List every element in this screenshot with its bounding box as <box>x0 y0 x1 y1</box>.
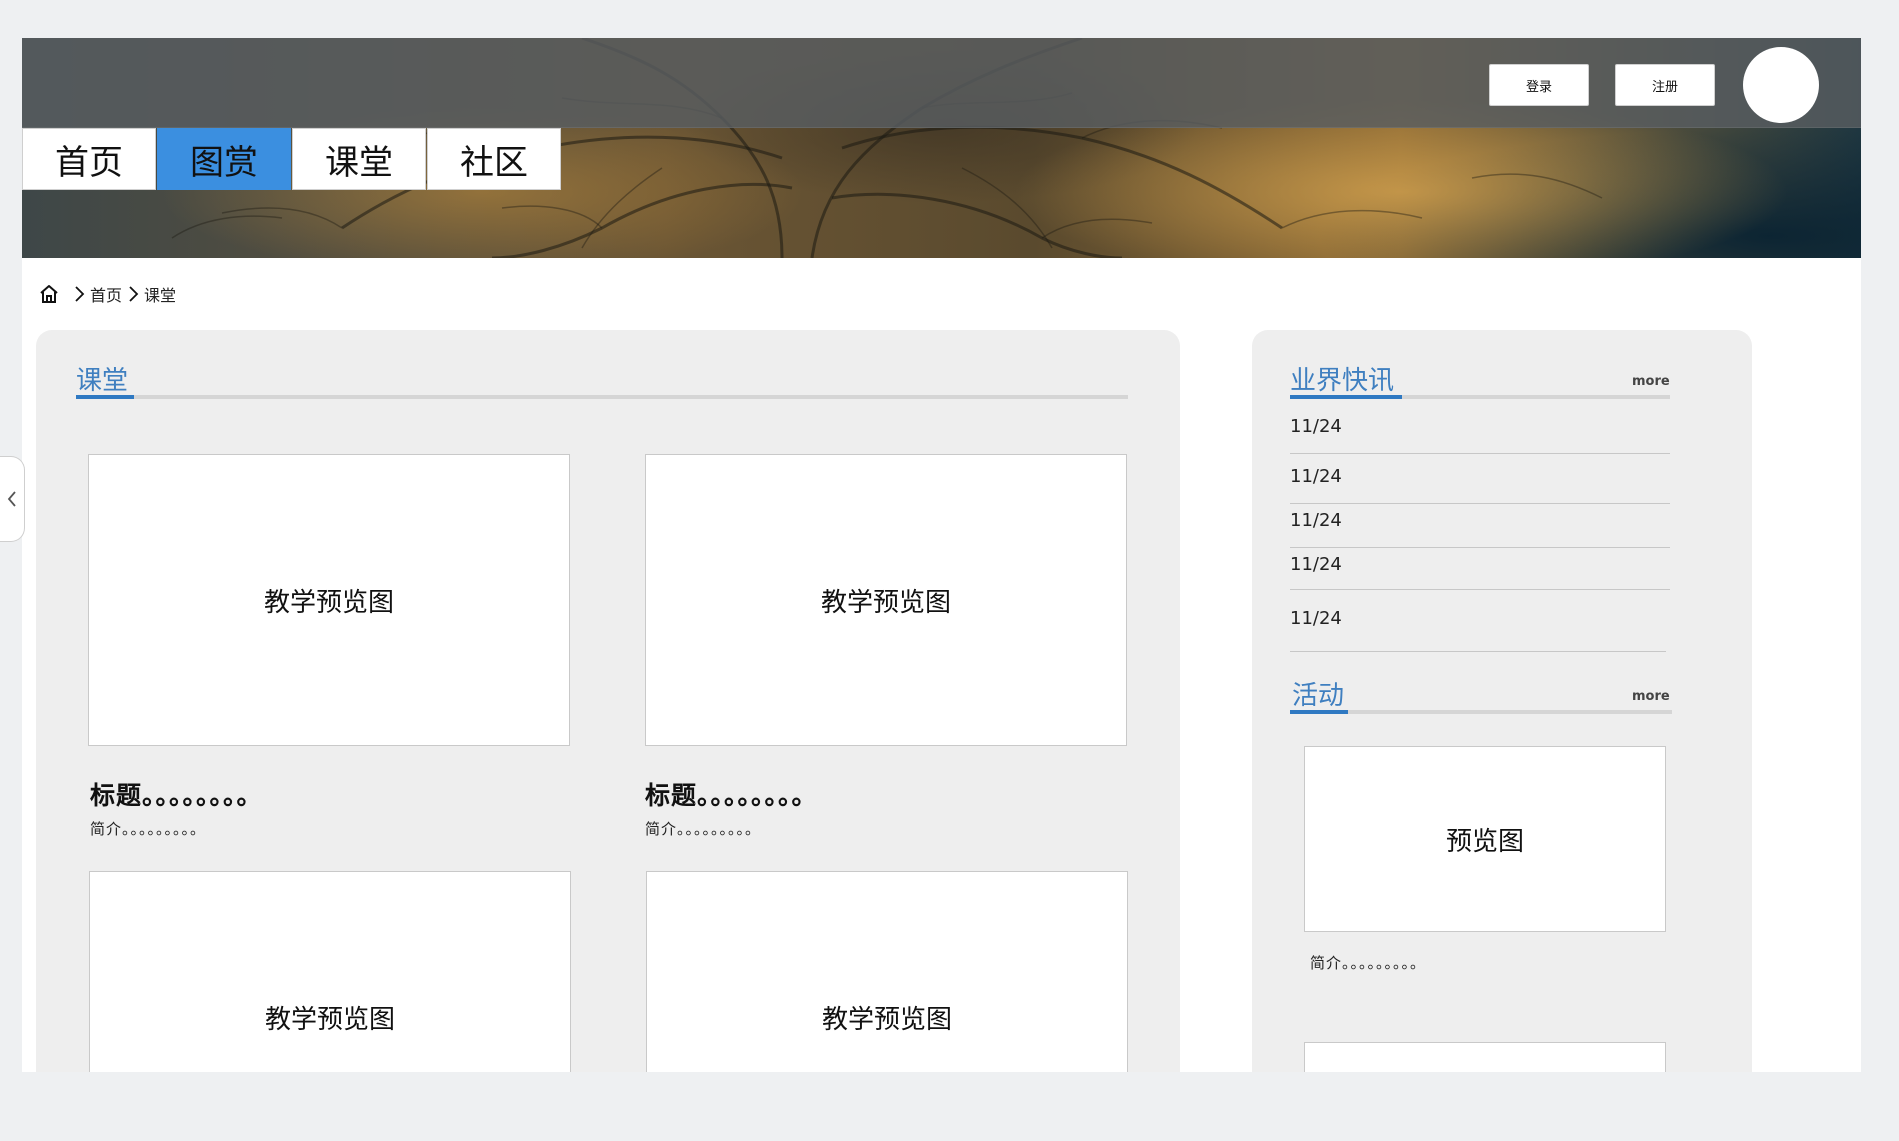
section-title-activity: 活动 <box>1292 681 1345 711</box>
chevron-right-icon <box>75 286 85 302</box>
activity-thumbnail[interactable] <box>1304 1042 1666 1072</box>
classroom-panel: 课堂 教学预览图 标题。。。。。。。。 简介。。。。。。。。。 教学预览图 标题… <box>36 330 1180 1072</box>
page-canvas: 登录 注册 首页 图赏 课堂 社区 首页 课堂 课堂 教学预览图 标题。。。。。… <box>22 38 1861 1072</box>
section-title-news: 业界快讯 <box>1290 366 1395 396</box>
collapse-handle[interactable] <box>0 456 25 542</box>
nav-tab-community[interactable]: 社区 <box>427 128 561 190</box>
side-panel: 业界快讯 more 11/24 11/24 11/24 11/24 11/24 … <box>1252 330 1752 1072</box>
section-divider-accent <box>76 395 134 399</box>
news-date: 11/24 <box>1290 510 1342 531</box>
news-date: 11/24 <box>1290 416 1342 437</box>
login-button[interactable]: 登录 <box>1489 64 1589 106</box>
section-title-classroom: 课堂 <box>76 366 129 396</box>
news-date: 11/24 <box>1290 608 1342 629</box>
home-icon[interactable] <box>38 283 60 305</box>
news-divider <box>1290 395 1670 399</box>
news-item[interactable]: 11/24 <box>1290 602 1666 652</box>
news-more-link[interactable]: more <box>1632 374 1670 389</box>
nav-tab-home[interactable]: 首页 <box>22 128 156 190</box>
breadcrumb-item-classroom[interactable]: 课堂 <box>144 282 176 306</box>
course-thumbnail[interactable]: 教学预览图 <box>646 871 1128 1072</box>
course-thumbnail[interactable]: 教学预览图 <box>88 454 570 746</box>
course-intro: 简介。。。。。。。。。 <box>645 820 762 838</box>
news-divider-accent <box>1290 395 1402 399</box>
news-item[interactable]: 11/24 <box>1290 460 1670 504</box>
breadcrumb: 首页 课堂 <box>38 282 176 306</box>
section-divider <box>76 395 1128 399</box>
nav-tab-gallery[interactable]: 图赏 <box>157 128 291 190</box>
register-button[interactable]: 注册 <box>1615 64 1715 106</box>
course-thumbnail[interactable]: 教学预览图 <box>89 871 571 1072</box>
news-date: 11/24 <box>1290 554 1342 575</box>
header-banner: 登录 注册 首页 图赏 课堂 社区 <box>22 38 1861 258</box>
news-item[interactable]: 11/24 <box>1290 548 1670 590</box>
course-title[interactable]: 标题。。。。。。。。 <box>90 776 263 812</box>
nav-tab-classroom[interactable]: 课堂 <box>292 128 426 190</box>
breadcrumb-item-home[interactable]: 首页 <box>90 282 122 306</box>
main-nav: 首页 图赏 课堂 社区 <box>22 128 562 190</box>
activity-more-link[interactable]: more <box>1632 689 1670 704</box>
activity-divider <box>1290 710 1672 714</box>
avatar[interactable] <box>1743 47 1819 123</box>
course-thumbnail[interactable]: 教学预览图 <box>645 454 1127 746</box>
news-item[interactable]: 11/24 <box>1290 504 1670 548</box>
course-title[interactable]: 标题。。。。。。。。 <box>645 776 818 812</box>
activity-intro: 简介。。。。。。。。。 <box>1310 954 1427 972</box>
news-item[interactable]: 11/24 <box>1290 410 1670 454</box>
news-date: 11/24 <box>1290 466 1342 487</box>
course-intro: 简介。。。。。。。。。 <box>90 820 207 838</box>
chevron-left-icon <box>7 491 16 507</box>
activity-thumbnail[interactable]: 预览图 <box>1304 746 1666 932</box>
activity-divider-accent <box>1290 710 1348 714</box>
chevron-right-icon <box>129 286 139 302</box>
